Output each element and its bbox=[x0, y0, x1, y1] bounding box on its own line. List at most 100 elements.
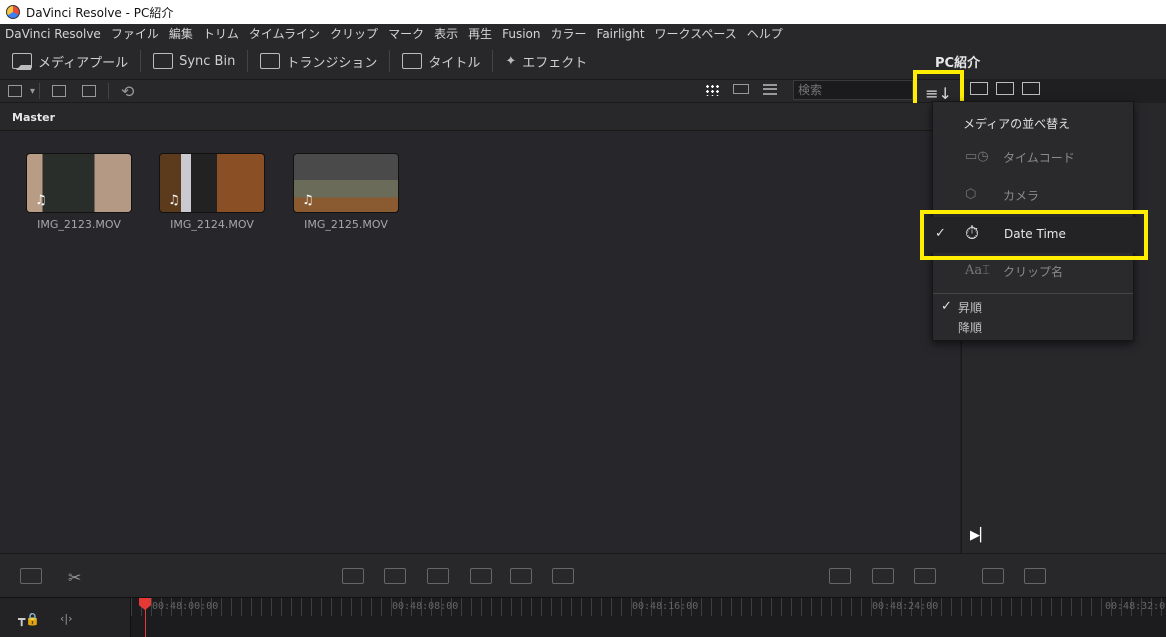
thumbnail-view-icon[interactable] bbox=[705, 84, 719, 96]
sort-option-timecode[interactable]: ▭◷ タイムコード bbox=[933, 142, 1133, 172]
menu-color[interactable]: カラー bbox=[546, 25, 592, 42]
settings-sliders-icon[interactable] bbox=[1024, 568, 1046, 584]
relink-icon[interactable]: ⟲ bbox=[121, 82, 134, 101]
sort-option-camera[interactable]: ⬡ カメラ bbox=[933, 180, 1133, 210]
sort-option-label: カメラ bbox=[1003, 188, 1040, 203]
clip-view-icon[interactable] bbox=[996, 82, 1014, 95]
media-pool-area: ♫ IMG_2123.MOV ♫ IMG_2124.MOV ♫ IMG_2125… bbox=[0, 131, 960, 553]
insert-clip-icon[interactable] bbox=[342, 568, 364, 584]
window-title: DaVinci Resolve - PC紹介 bbox=[26, 5, 174, 20]
clip-thumbnail[interactable]: ♫ bbox=[293, 153, 399, 213]
filmstrip-view-icon[interactable] bbox=[733, 84, 749, 94]
timecode-label: 00:48:32:00 bbox=[1105, 601, 1166, 612]
fit-to-fill-icon[interactable] bbox=[470, 568, 492, 584]
stacked-view-icon[interactable] bbox=[872, 568, 894, 584]
menu-timeline[interactable]: タイムライン bbox=[244, 25, 325, 42]
playhead-line bbox=[145, 608, 146, 637]
scissors-icon[interactable]: ✂ bbox=[68, 568, 81, 587]
resolve-logo-icon bbox=[6, 5, 20, 19]
sync-bin-icon bbox=[153, 53, 174, 69]
overwrite-clip-icon[interactable] bbox=[384, 568, 406, 584]
project-title: PC紹介 bbox=[935, 56, 981, 71]
camera-icon: ⬡ bbox=[965, 187, 977, 202]
transition-icon bbox=[260, 53, 281, 69]
panel-toggle-icon[interactable] bbox=[8, 85, 22, 97]
sort-option-label: クリップ名 bbox=[1003, 264, 1064, 279]
replace-clip-icon[interactable] bbox=[427, 568, 449, 584]
main-toolbar: メディアプール Sync Bin トランジション タイトル ✦ エフェクト bbox=[0, 43, 1166, 79]
timecode-icon: ▭◷ bbox=[965, 149, 989, 164]
audio-note-icon: ♫ bbox=[35, 193, 47, 208]
view-mode-group bbox=[705, 84, 777, 96]
window-titlebar: DaVinci Resolve - PC紹介 bbox=[0, 0, 1166, 24]
append-end-icon[interactable] bbox=[552, 568, 574, 584]
transitions-label: トランジション bbox=[286, 55, 378, 71]
menu-playback[interactable]: 再生 bbox=[463, 25, 497, 42]
timecode-label: 00:48:00:00 bbox=[152, 601, 219, 612]
clip-name: IMG_2125.MOV bbox=[304, 218, 388, 231]
sort-ascending[interactable]: 昇順 bbox=[958, 299, 982, 316]
link-code-icon[interactable]: ‹|› bbox=[60, 612, 73, 625]
sleep-zzz-icon[interactable] bbox=[20, 568, 42, 584]
menu-davinci[interactable]: DaVinci Resolve bbox=[0, 27, 106, 41]
sort-descending[interactable]: 降順 bbox=[958, 319, 982, 336]
new-bin-icon[interactable] bbox=[82, 85, 97, 97]
track-view-icon[interactable] bbox=[829, 568, 851, 584]
titles-button[interactable]: タイトル bbox=[390, 43, 492, 79]
transitions-button[interactable]: トランジション bbox=[248, 43, 389, 79]
track-header-area: ┳🔒 ‹|› bbox=[0, 598, 131, 637]
menu-view[interactable]: 表示 bbox=[429, 25, 463, 42]
menu-divider bbox=[933, 293, 1133, 294]
audio-note-icon: ♫ bbox=[302, 193, 314, 208]
menu-trim[interactable]: トリム bbox=[198, 25, 244, 42]
title-icon bbox=[402, 53, 423, 69]
sync-bin-button[interactable]: Sync Bin bbox=[141, 43, 247, 79]
edit-toolbar: ✂ bbox=[0, 553, 1166, 597]
text-icon: Aa⌶ bbox=[965, 263, 990, 278]
titles-label: タイトル bbox=[428, 55, 481, 71]
menu-clip[interactable]: クリップ bbox=[325, 25, 383, 42]
menu-file[interactable]: ファイル bbox=[106, 25, 164, 42]
timecode-label: 00:48:08:00 bbox=[392, 601, 459, 612]
clip-item[interactable]: ♫ IMG_2124.MOV bbox=[159, 153, 265, 231]
clip-thumbnail[interactable]: ♫ bbox=[159, 153, 265, 213]
search-input[interactable] bbox=[793, 80, 913, 100]
subbar-divider bbox=[39, 83, 41, 99]
chevron-down-icon[interactable]: ▾ bbox=[30, 86, 35, 97]
menu-workspace[interactable]: ワークスペース bbox=[650, 25, 742, 42]
menu-fusion[interactable]: Fusion bbox=[497, 27, 545, 41]
list-view-icon[interactable] bbox=[763, 84, 777, 95]
timecode-label: 00:48:24:00 bbox=[872, 601, 939, 612]
check-icon: ✓ bbox=[941, 299, 952, 314]
media-pool-button[interactable]: メディアプール bbox=[0, 43, 140, 79]
metadata-view-icon[interactable] bbox=[1022, 82, 1040, 95]
clip-item[interactable]: ♫ IMG_2123.MOV bbox=[26, 153, 132, 231]
effects-label: エフェクト bbox=[522, 55, 588, 71]
menu-mark[interactable]: マーク bbox=[383, 25, 429, 42]
media-pool-label: メディアプール bbox=[38, 55, 129, 71]
date-time-highlight bbox=[920, 210, 1148, 260]
image-view-icon[interactable] bbox=[970, 82, 988, 95]
audio-note-icon: ♫ bbox=[168, 193, 180, 208]
skip-to-end-icon[interactable]: ▶▏ bbox=[970, 528, 990, 543]
menu-fairlight[interactable]: Fairlight bbox=[592, 27, 650, 41]
bin-name: Master bbox=[12, 111, 56, 124]
lock-track-icon[interactable]: ┳🔒 bbox=[18, 612, 40, 626]
subbar-divider bbox=[108, 83, 110, 99]
new-file-icon[interactable] bbox=[52, 85, 67, 97]
menu-help[interactable]: ヘルプ bbox=[742, 25, 788, 42]
place-on-top-icon[interactable] bbox=[510, 568, 532, 584]
clip-item[interactable]: ♫ IMG_2125.MOV bbox=[293, 153, 399, 231]
clip-name: IMG_2123.MOV bbox=[37, 218, 121, 231]
timeline-ruler: ┳🔒 ‹|› 00:48:00:00 00:48:08:00 00:48:16:… bbox=[0, 597, 1166, 637]
effects-button[interactable]: ✦ エフェクト bbox=[493, 43, 599, 79]
sort-icon: ≡↓ bbox=[925, 83, 952, 103]
render-play-icon[interactable] bbox=[982, 568, 1004, 584]
clip-thumbnail[interactable]: ♫ bbox=[26, 153, 132, 213]
sort-option-clip-name[interactable]: Aa⌶ クリップ名 bbox=[933, 256, 1133, 286]
magic-wand-icon: ✦ bbox=[505, 53, 517, 69]
timecode-label: 00:48:16:00 bbox=[632, 601, 699, 612]
waveform-view-icon[interactable] bbox=[914, 568, 936, 584]
sort-menu-header: メディアの並べ替え bbox=[963, 117, 1071, 131]
menu-edit[interactable]: 編集 bbox=[164, 25, 198, 42]
